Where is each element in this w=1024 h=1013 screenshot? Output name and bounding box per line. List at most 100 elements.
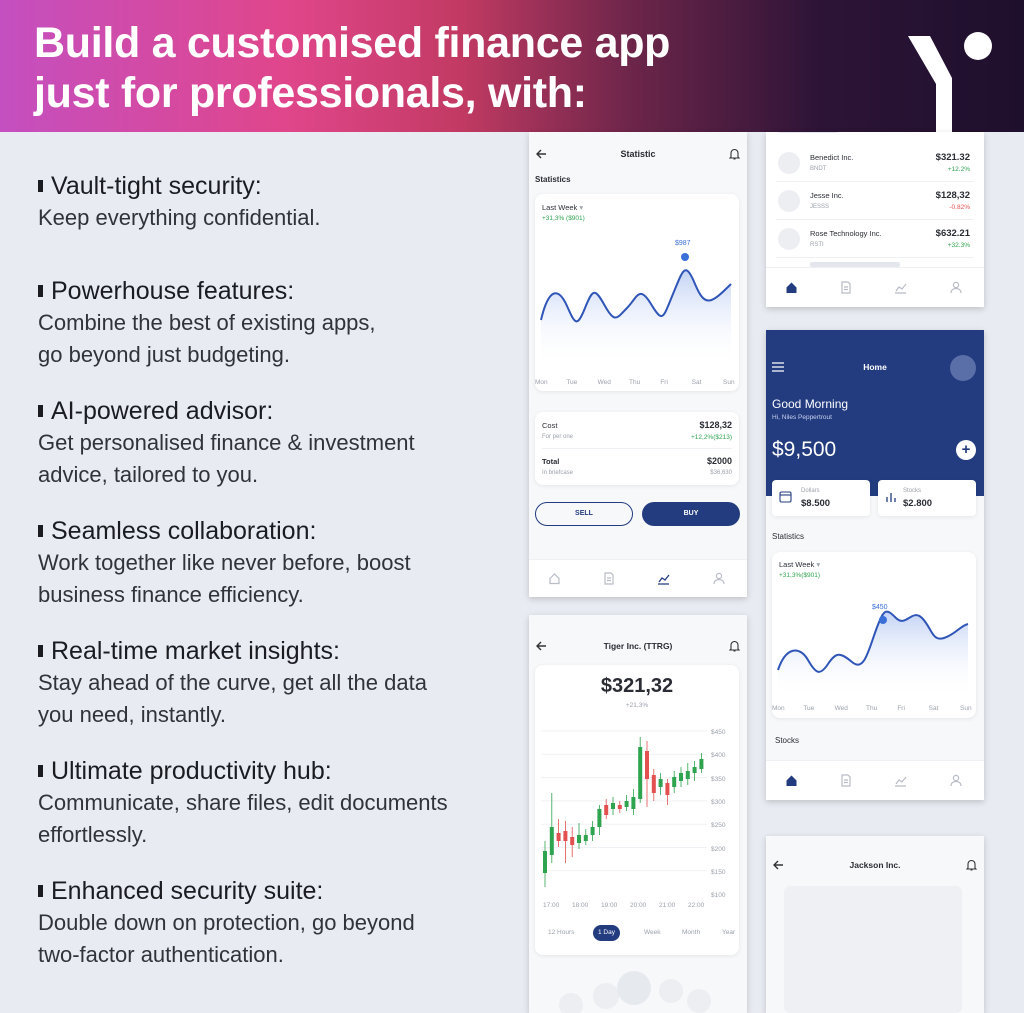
- profile-icon[interactable]: [713, 572, 725, 585]
- candle-body: [665, 783, 670, 795]
- home-chart-card: Last Week ▾ +31,3%($901) $450 Mon Tue Wed T…: [772, 552, 976, 718]
- candle-body: [658, 779, 663, 787]
- chart-icon[interactable]: [894, 281, 907, 294]
- candle-body: [590, 827, 595, 835]
- candle-body: [645, 751, 649, 779]
- day-label: Wed: [597, 379, 611, 386]
- balance: $9,500: [772, 438, 837, 461]
- candle-body: [604, 805, 609, 815]
- stock-row[interactable]: Rose Technology Inc. RSTI $632.21 +32.3%: [766, 220, 984, 258]
- feature-item: Enhanced security suite: Double down on p…: [38, 875, 508, 971]
- candle-body: [624, 801, 629, 807]
- feature-description: two-factor authentication.: [38, 942, 284, 967]
- tiger-screen: Tiger Inc. (TTRG) $321,32 +21,3% $450 $40…: [529, 615, 747, 1013]
- feature-description: Combine the best of existing apps,: [38, 310, 376, 335]
- stock-ticker: BNDT: [810, 166, 827, 172]
- feature-title: Powerhouse features:: [38, 275, 508, 307]
- sell-button[interactable]: SELL: [535, 502, 633, 526]
- day-label: Fri: [660, 379, 668, 386]
- range-tab[interactable]: Month: [677, 925, 705, 941]
- range-tab[interactable]: Year: [717, 925, 740, 941]
- candle-body: [597, 809, 602, 827]
- day-label: Mon: [772, 705, 785, 712]
- stock-change: +32.3%: [947, 242, 970, 249]
- chart-icon[interactable]: [894, 774, 907, 787]
- dollars-value: $8.500: [801, 498, 831, 509]
- stocks-label: Stocks: [903, 488, 922, 494]
- profile-icon[interactable]: [950, 774, 962, 787]
- period-select[interactable]: Last Week ▾: [779, 560, 820, 569]
- price-tick: $400: [711, 752, 726, 760]
- stocks-heading: Stocks: [775, 736, 800, 745]
- stock-name: Jesse Inc.: [810, 191, 844, 200]
- bell-icon[interactable]: [729, 148, 740, 160]
- stock-name: Rose Technology Inc.: [810, 229, 882, 238]
- screen-title: Jackson Inc.: [849, 860, 901, 870]
- section-title: Statistics: [772, 532, 805, 541]
- add-button[interactable]: +: [956, 440, 976, 460]
- profile-icon[interactable]: [950, 281, 962, 294]
- home-icon[interactable]: [785, 774, 798, 787]
- range-tab[interactable]: Week: [639, 925, 666, 941]
- cost-total-card: Cost $128,32 For per one +12,2%($213) To…: [535, 412, 739, 485]
- candle-body: [583, 835, 588, 841]
- candle-body: [563, 831, 568, 841]
- price-tick: $450: [711, 729, 726, 736]
- jackson-screen: Jackson Inc.: [766, 836, 984, 1013]
- price-tick: $100: [711, 892, 726, 900]
- bell-icon[interactable]: [729, 640, 740, 652]
- candle-body: [570, 837, 575, 845]
- range-tab[interactable]: 12 Hours: [543, 925, 579, 941]
- stock-change: +12.2%: [947, 166, 970, 173]
- buy-button[interactable]: BUY: [642, 502, 740, 526]
- price-tick: $150: [711, 868, 726, 876]
- feature-description: Double down on protection, go beyond: [38, 910, 415, 935]
- candle-body: [631, 797, 636, 809]
- total-value: $2000: [706, 456, 732, 466]
- chart-icon[interactable]: [657, 572, 670, 585]
- stock-row[interactable]: Jesse Inc. JESSS $128,32 -0.82%: [766, 182, 984, 220]
- feature-title: Real-time market insights:: [38, 635, 508, 667]
- stock-list-screen: Benedict Inc. BNDT $321.32 +12.2% Jesse Inc.…: [766, 132, 984, 307]
- feature-description: Get personalised finance & investment: [38, 430, 415, 455]
- day-label: Sun: [723, 379, 735, 386]
- document-icon[interactable]: [603, 572, 615, 585]
- period-select[interactable]: Last Week ▾: [542, 203, 583, 212]
- bottom-nav: [529, 559, 747, 597]
- feature-title: Ultimate productivity hub:: [38, 755, 508, 787]
- headline-line-1: Build a customised finance app: [34, 19, 671, 67]
- avatar[interactable]: [950, 355, 976, 381]
- divider: [776, 257, 974, 258]
- stock-row[interactable]: Benedict Inc. BNDT $321.32 +12.2%: [766, 144, 984, 182]
- day-label: Wed: [834, 705, 848, 712]
- candle-body: [617, 805, 622, 809]
- price-tick: $350: [711, 775, 726, 783]
- stocks-card[interactable]: Stocks $2.800: [878, 480, 976, 516]
- peak-label: $450: [872, 604, 888, 611]
- bottom-nav: [766, 267, 984, 307]
- bell-icon[interactable]: [966, 859, 977, 871]
- candle-body: [699, 759, 704, 769]
- brand-logo: [908, 32, 992, 132]
- day-axis: Mon Tue Wed Thu Fri Sat Sun: [535, 379, 739, 389]
- feature-description: Work together like never before, boost: [38, 550, 411, 575]
- range-tab[interactable]: 1 Day: [593, 925, 620, 941]
- stock-ticker: JESSS: [810, 204, 830, 210]
- document-icon[interactable]: [840, 774, 852, 787]
- stock-name: Benedict Inc.: [810, 153, 854, 162]
- home-header-bg: [766, 330, 984, 496]
- feature-description: Keep everything confidential.: [38, 205, 321, 230]
- dollars-card[interactable]: Dollars $8.500: [772, 480, 870, 516]
- candle-body: [672, 777, 677, 787]
- document-icon[interactable]: [840, 281, 852, 294]
- home-icon[interactable]: [785, 281, 798, 294]
- candle-body: [679, 773, 683, 781]
- day-axis: Mon Tue Wed Thu Fri Sat Sun: [772, 705, 976, 715]
- stocks-value: $2.800: [903, 498, 933, 509]
- feature-title: Vault-tight security:: [38, 170, 508, 202]
- feature-description: business finance efficiency.: [38, 582, 304, 607]
- day-label: Thu: [866, 705, 878, 712]
- stock-price: $321.32: [935, 152, 970, 163]
- home-icon[interactable]: [548, 572, 561, 585]
- day-label: Mon: [535, 379, 548, 386]
